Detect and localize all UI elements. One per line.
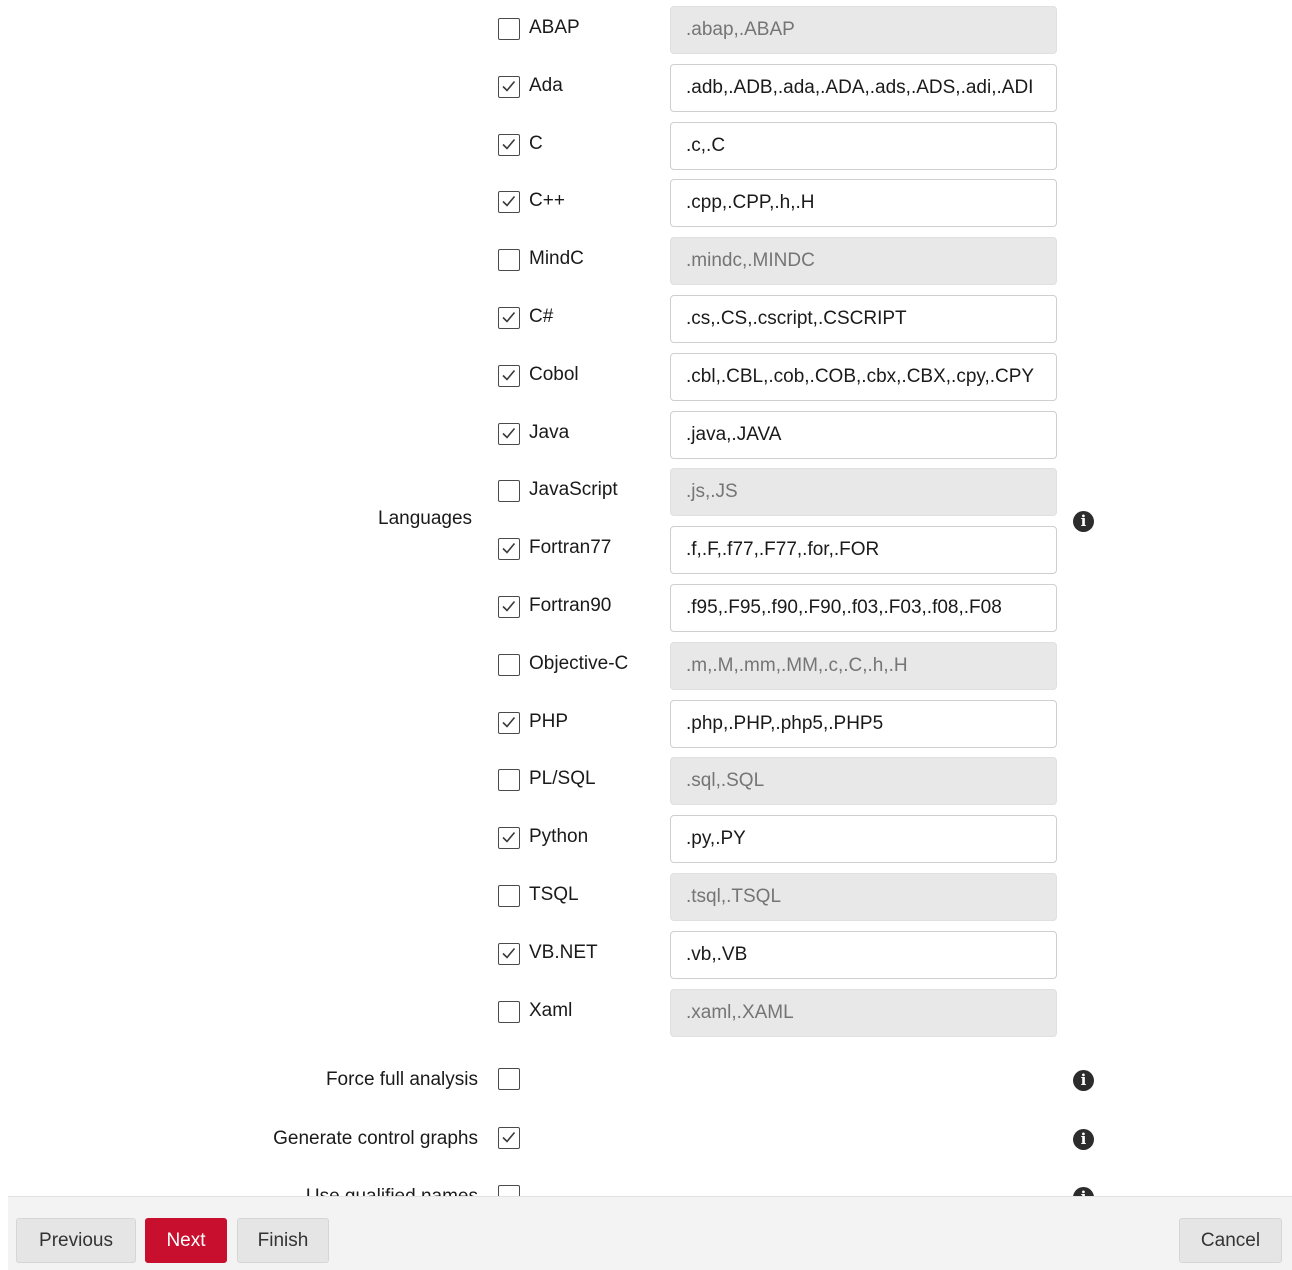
- language-name: PHP: [529, 710, 569, 732]
- language-name: PL/SQL: [529, 768, 596, 790]
- option-label: Use qualified names: [306, 1186, 478, 1196]
- wizard-footer: Previous Next Finish Cancel: [8, 1196, 1292, 1270]
- language-name: C++: [529, 190, 565, 212]
- language-row-cobol: Cobol: [0, 352, 1292, 401]
- language-row-mindc: MindC: [0, 237, 1292, 286]
- language-row-objective-c: Objective-C: [0, 641, 1292, 690]
- language-checkbox-ada[interactable]: [498, 75, 520, 98]
- language-checkbox-cobol[interactable]: [498, 364, 520, 387]
- info-icon[interactable]: i: [1073, 1129, 1094, 1150]
- language-row-cplusplus: C++: [0, 179, 1292, 228]
- option-label: Force full analysis: [325, 1069, 478, 1090]
- language-extensions-input-vb-net[interactable]: [670, 930, 1057, 979]
- info-icon[interactable]: i: [1073, 1070, 1094, 1091]
- language-extensions-input-python[interactable]: [670, 815, 1057, 864]
- option-label: Generate control graphs: [273, 1128, 478, 1149]
- language-row-php: PHP: [0, 699, 1292, 748]
- language-name: TSQL: [529, 884, 579, 905]
- finish-button[interactable]: Finish: [237, 1218, 329, 1263]
- language-extensions-input-fortran90[interactable]: [670, 584, 1057, 632]
- language-row-xaml: Xaml: [0, 988, 1292, 1037]
- language-extensions-input-javascript[interactable]: [670, 468, 1057, 517]
- language-extensions-input-pl-sql[interactable]: [670, 757, 1057, 806]
- option-checkbox-force-full-analysis[interactable]: [498, 1068, 520, 1090]
- language-name: C: [529, 132, 543, 154]
- option-checkbox-use-qualified-names[interactable]: [498, 1185, 520, 1196]
- language-checkbox-c[interactable]: [498, 133, 520, 156]
- language-row-tsql: TSQL: [0, 873, 1292, 921]
- info-icon[interactable]: i: [1073, 1187, 1094, 1196]
- language-extensions-input-fortran77[interactable]: [670, 526, 1057, 575]
- previous-button[interactable]: Previous: [16, 1218, 136, 1263]
- language-row-java: Java: [0, 410, 1292, 459]
- language-checkbox-xaml[interactable]: [498, 1000, 520, 1023]
- wizard-form: Languages i ABAPAdaCC++MindCC#CobolJavaJ…: [0, 0, 1292, 1196]
- language-checkbox-javascript[interactable]: [498, 480, 520, 503]
- language-checkbox-pl-sql[interactable]: [498, 769, 520, 792]
- language-name: Objective-C: [529, 652, 629, 674]
- language-extensions-input-cplusplus[interactable]: [670, 179, 1057, 228]
- language-name: C#: [529, 306, 554, 327]
- language-row-pl-sql: PL/SQL: [0, 757, 1292, 806]
- language-extensions-input-c[interactable]: [670, 121, 1057, 170]
- language-extensions-input-cobol[interactable]: [670, 352, 1057, 401]
- language-name: MindC: [529, 248, 584, 270]
- language-extensions-input-mindc[interactable]: [670, 237, 1057, 286]
- language-row-vb-net: VB.NET: [0, 930, 1292, 979]
- language-checkbox-mindc[interactable]: [498, 249, 520, 272]
- next-button[interactable]: Next: [145, 1218, 227, 1263]
- language-row-csharp: C#: [0, 295, 1292, 343]
- language-checkbox-python[interactable]: [498, 827, 520, 850]
- language-name: Fortran77: [529, 537, 612, 559]
- language-extensions-input-ada[interactable]: [670, 63, 1057, 112]
- language-extensions-input-tsql[interactable]: [670, 873, 1057, 921]
- language-checkbox-abap[interactable]: [498, 18, 520, 40]
- language-row-ada: Ada: [0, 63, 1292, 112]
- language-name: VB.NET: [529, 941, 598, 963]
- language-checkbox-php[interactable]: [498, 711, 520, 734]
- language-name: Ada: [529, 74, 563, 96]
- option-row-use-qualified-names: Use qualified names i: [0, 1178, 1292, 1196]
- option-row-generate-control-graphs: Generate control graphs i: [0, 1120, 1292, 1160]
- language-extensions-input-abap[interactable]: [670, 6, 1057, 54]
- language-checkbox-vb-net[interactable]: [498, 942, 520, 965]
- language-checkbox-cplusplus[interactable]: [498, 191, 520, 214]
- language-extensions-input-php[interactable]: [670, 699, 1057, 748]
- language-extensions-input-csharp[interactable]: [670, 295, 1057, 343]
- language-checkbox-tsql[interactable]: [498, 885, 520, 907]
- language-checkbox-fortran77[interactable]: [498, 538, 520, 561]
- language-checkbox-objective-c[interactable]: [498, 653, 520, 676]
- option-row-force-full-analysis: Force full analysis i: [0, 1061, 1292, 1101]
- language-name: Cobol: [529, 363, 579, 385]
- language-row-python: Python: [0, 815, 1292, 864]
- language-row-fortran77: Fortran77: [0, 526, 1292, 575]
- language-name: Fortran90: [529, 595, 612, 616]
- language-name: Java: [529, 421, 570, 443]
- language-checkbox-csharp[interactable]: [498, 307, 520, 329]
- language-extensions-input-java[interactable]: [670, 410, 1057, 459]
- language-row-abap: ABAP: [0, 6, 1292, 54]
- language-name: Xaml: [529, 999, 573, 1021]
- cancel-button[interactable]: Cancel: [1179, 1218, 1282, 1263]
- language-extensions-input-xaml[interactable]: [670, 988, 1057, 1037]
- language-row-fortran90: Fortran90: [0, 584, 1292, 632]
- option-checkbox-generate-control-graphs[interactable]: [498, 1127, 520, 1149]
- language-checkbox-fortran90[interactable]: [498, 596, 520, 618]
- language-extensions-input-objective-c[interactable]: [670, 641, 1057, 690]
- language-name: ABAP: [529, 17, 580, 38]
- language-name: JavaScript: [529, 479, 618, 501]
- language-row-javascript: JavaScript: [0, 468, 1292, 517]
- language-checkbox-java[interactable]: [498, 422, 520, 445]
- language-name: Python: [529, 826, 589, 848]
- language-row-c: C: [0, 121, 1292, 170]
